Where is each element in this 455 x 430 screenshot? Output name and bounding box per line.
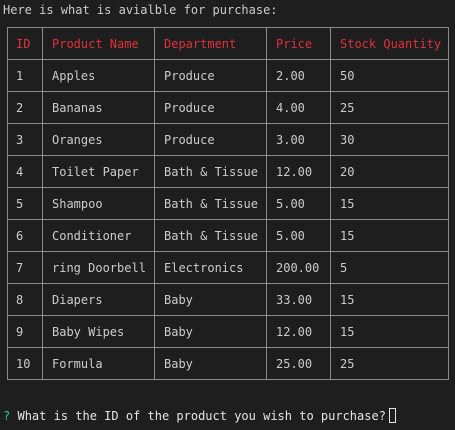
cell-price: 25.00 [266, 347, 331, 380]
cell-price: 4.00 [266, 91, 331, 124]
cell-stock-quantity: 15 [330, 283, 449, 316]
cell-product-name: Oranges [42, 123, 155, 156]
header-stock-quantity: Stock Quantity [330, 27, 449, 60]
table-row: 2 Bananas Produce 4.00 25 [7, 91, 449, 124]
cell-department: Bath & Tissue [154, 155, 267, 188]
cell-id: 6 [7, 219, 43, 252]
cell-department: Baby [154, 347, 267, 380]
header-product-name: Product Name [42, 27, 155, 60]
cell-id: 4 [7, 155, 43, 188]
cell-stock-quantity: 15 [330, 187, 449, 220]
table-row: 6 Conditioner Bath & Tissue 5.00 15 [7, 219, 449, 252]
table-row: 4 Toilet Paper Bath & Tissue 12.00 20 [7, 155, 449, 188]
prompt-question: What is the ID of the product you wish t… [17, 409, 386, 423]
table-row: 7 ring Doorbell Electronics 200.00 5 [7, 251, 449, 284]
table-header-row: ID Product Name Department Price Stock Q… [7, 27, 449, 60]
cell-department: Electronics [154, 251, 267, 284]
cell-id: 5 [7, 187, 43, 220]
table-row: 5 Shampoo Bath & Tissue 5.00 15 [7, 187, 449, 220]
products-table: ID Product Name Department Price Stock Q… [7, 27, 449, 380]
cell-stock-quantity: 15 [330, 315, 449, 348]
cell-product-name: ring Doorbell [42, 251, 155, 284]
cell-department: Baby [154, 315, 267, 348]
cell-stock-quantity: 50 [330, 59, 449, 92]
header-id: ID [7, 27, 43, 60]
cell-department: Bath & Tissue [154, 187, 267, 220]
table-row: 9 Baby Wipes Baby 12.00 15 [7, 315, 449, 348]
cell-price: 5.00 [266, 187, 331, 220]
table-row: 10 Formula Baby 25.00 25 [7, 347, 449, 380]
cell-product-name: Toilet Paper [42, 155, 155, 188]
header-price: Price [266, 27, 331, 60]
cell-id: 1 [7, 59, 43, 92]
cell-price: 33.00 [266, 283, 331, 316]
cell-price: 3.00 [266, 123, 331, 156]
intro-text: Here is what is avialble for purchase: [3, 3, 278, 17]
cell-stock-quantity: 15 [330, 219, 449, 252]
text-cursor[interactable] [388, 408, 396, 423]
cell-id: 10 [7, 347, 43, 380]
table-row: 3 Oranges Produce 3.00 30 [7, 123, 449, 156]
cell-department: Produce [154, 91, 267, 124]
cell-department: Produce [154, 59, 267, 92]
cell-id: 7 [7, 251, 43, 284]
cell-product-name: Diapers [42, 283, 155, 316]
cell-product-name: Shampoo [42, 187, 155, 220]
prompt-marker: ? [3, 409, 11, 423]
cell-product-name: Conditioner [42, 219, 155, 252]
cell-product-name: Baby Wipes [42, 315, 155, 348]
cell-price: 12.00 [266, 155, 331, 188]
cell-price: 5.00 [266, 219, 331, 252]
cell-stock-quantity: 25 [330, 91, 449, 124]
cell-stock-quantity: 20 [330, 155, 449, 188]
cell-id: 8 [7, 283, 43, 316]
cell-price: 200.00 [266, 251, 331, 284]
table-body: 1 Apples Produce 2.00 50 2 Bananas Produce 4.00 2… [7, 59, 449, 380]
table-row: 1 Apples Produce 2.00 50 [7, 59, 449, 92]
cell-department: Produce [154, 123, 267, 156]
cell-product-name: Formula [42, 347, 155, 380]
cell-id: 2 [7, 91, 43, 124]
cell-stock-quantity: 30 [330, 123, 449, 156]
cell-price: 12.00 [266, 315, 331, 348]
cell-product-name: Apples [42, 59, 155, 92]
table-row: 8 Diapers Baby 33.00 15 [7, 283, 449, 316]
cell-department: Bath & Tissue [154, 219, 267, 252]
cell-stock-quantity: 5 [330, 251, 449, 284]
header-department: Department [154, 27, 267, 60]
cell-department: Baby [154, 283, 267, 316]
purchase-prompt: ? What is the ID of the product you wish… [3, 408, 396, 424]
cell-product-name: Bananas [42, 91, 155, 124]
cell-stock-quantity: 25 [330, 347, 449, 380]
cell-id: 9 [7, 315, 43, 348]
cell-price: 2.00 [266, 59, 331, 92]
cell-id: 3 [7, 123, 43, 156]
